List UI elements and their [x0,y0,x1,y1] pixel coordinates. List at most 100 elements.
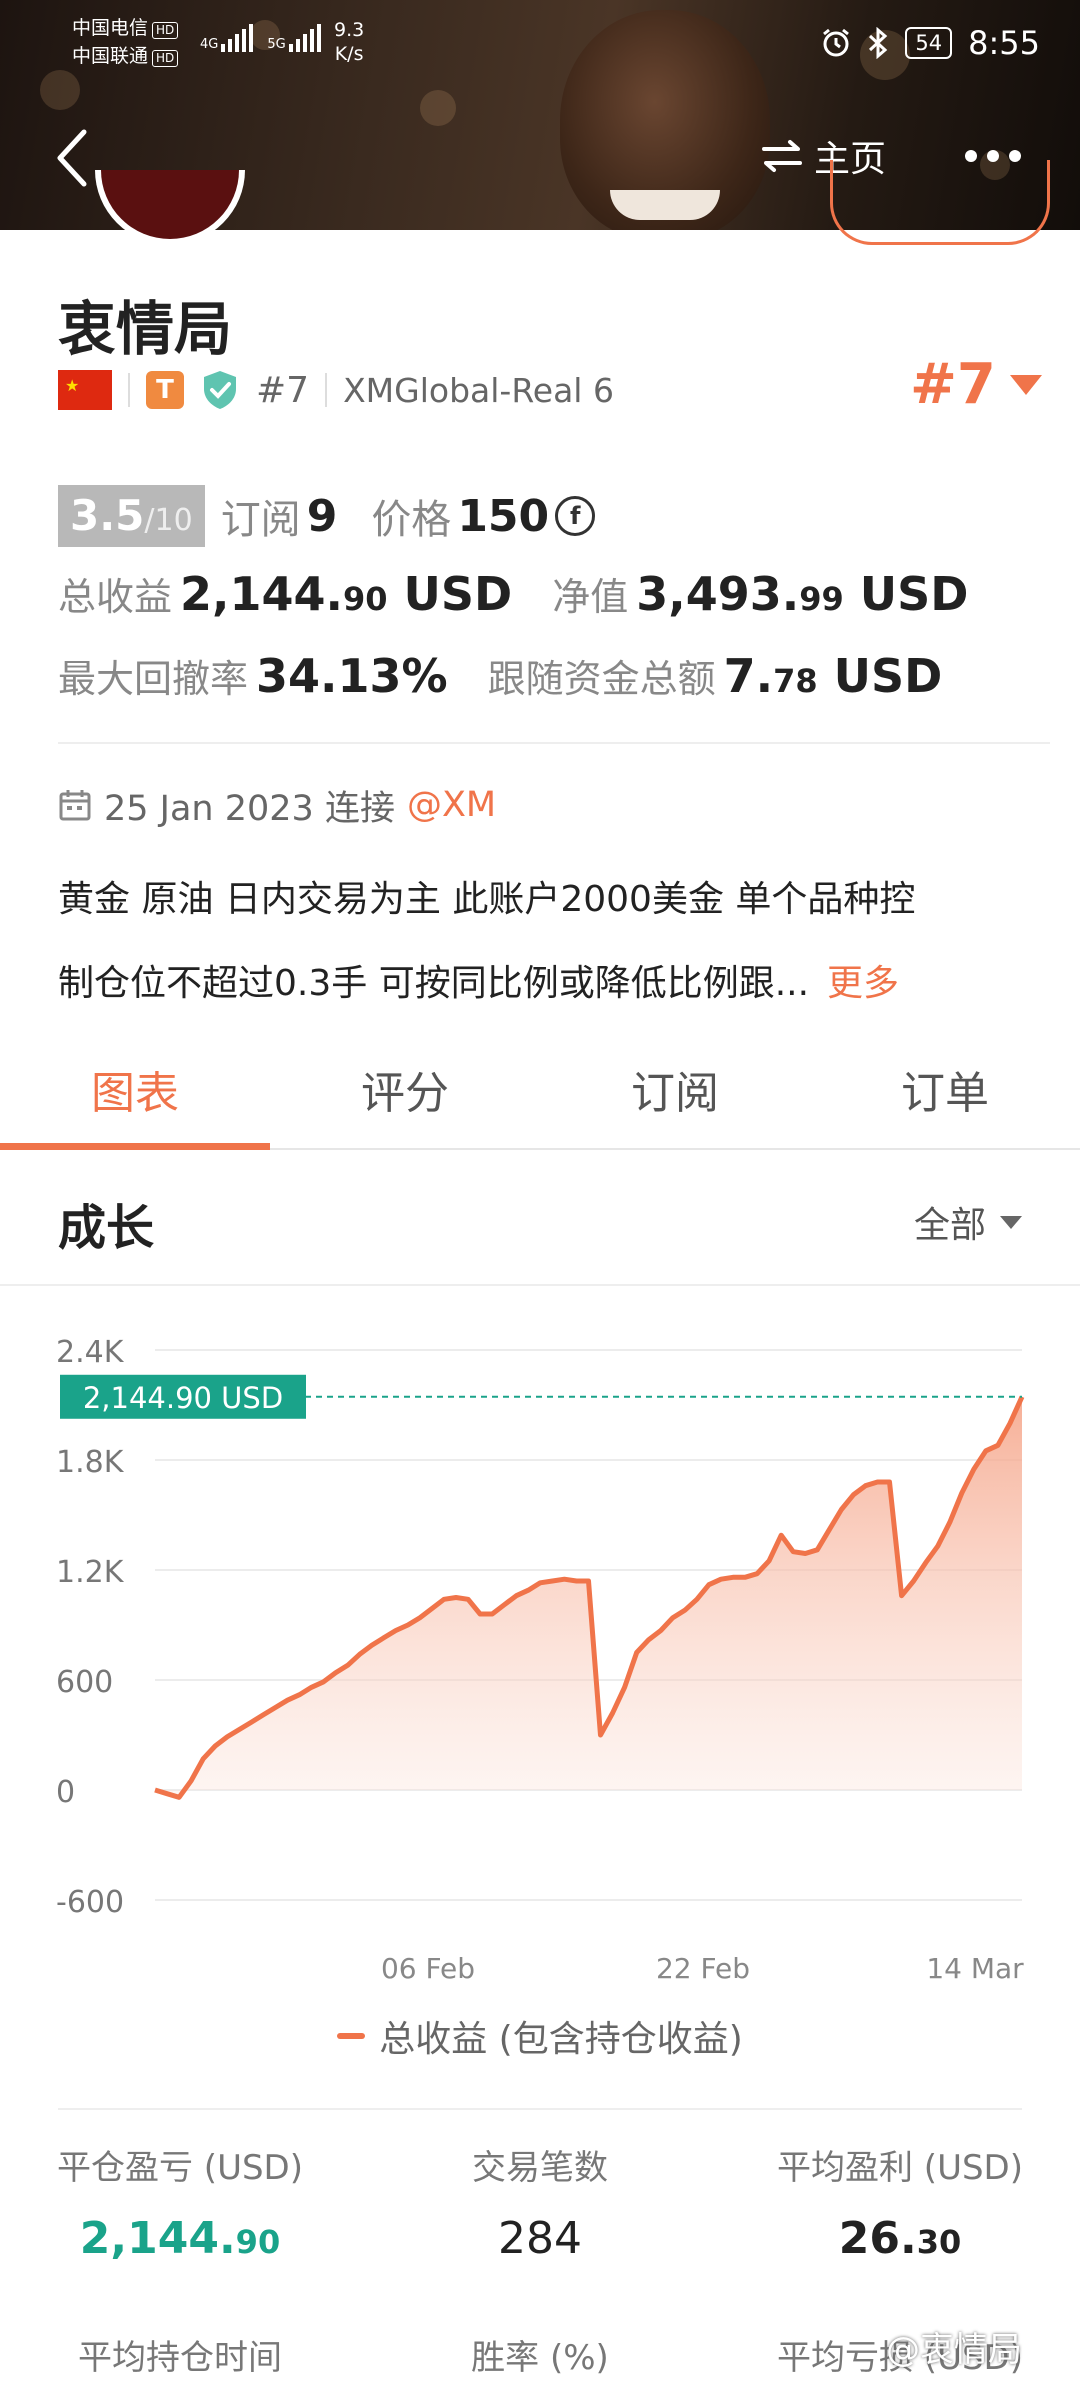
avg-profit-int: 26. [838,2213,917,2264]
rank-selector[interactable]: #7 [910,352,1042,417]
broker-link[interactable]: @XM [407,785,496,825]
carrier-info: 中国电信 HD 中国联通 HD [72,14,179,70]
tab-chart[interactable]: 图表 [0,1030,270,1150]
total-profit-dec: 90 [343,580,388,618]
speed-unit: K/s [334,43,364,65]
speed-value: 9.3 [334,19,365,41]
trades-stat: 交易笔数 284 [360,2140,720,2264]
follow-funds-value: 7.78 USD [724,649,943,703]
legend-label: 总收益 (包含持仓收益) [379,2019,743,2060]
total-profit-value: 2,144.90 USD [180,567,512,621]
profit-equity-row: 总收益 2,144.90 USD 净值 3,493.99 USD [58,566,968,630]
separator [325,373,328,407]
rank-value: #7 [910,352,996,417]
switch-icon [762,140,802,172]
separator [128,373,130,407]
drawdown-follow-row: 最大回撤率 34.13% 跟随资金总额 7.78 USD [58,648,942,712]
signal-icons: 4G 5G [200,24,321,52]
calendar-icon [59,790,91,821]
y-tick-label: 1.2K [56,1555,125,1590]
x-tick-label: 06 Feb [381,1952,475,1980]
total-profit-unit: USD [403,567,513,621]
follow-funds-label: 跟随资金总额 [487,657,716,701]
price-value: 150 [457,490,550,542]
verified-shield-icon [204,371,236,409]
equity-dec: 99 [799,580,844,618]
avg-profit-label: 平均盈利 (USD) [777,2148,1023,2188]
hold-time-stat: 平均持仓时间 [0,2330,360,2379]
avatar[interactable] [95,170,245,245]
network-type-1: 4G [200,37,219,52]
divider [58,2108,1022,2110]
strategy-description: 黄金 原油 日内交易为主 此账户2000美金 单个品种控 制仓位不超过0.3手 … [58,858,1038,1026]
more-link[interactable]: 更多 [827,963,899,1004]
range-value: 全部 [913,1205,986,1246]
closed-pnl-stat: 平仓盈亏 (USD) 2,144.90 [0,2140,360,2264]
caret-down-icon [1000,1215,1022,1229]
tab-bar: 图表 评分 订阅 订单 [0,1030,1080,1150]
y-tick-label: 2.4K [56,1335,125,1370]
avg-profit-stat: 平均盈利 (USD) 26.30 [720,2140,1080,2264]
price-label: 价格 [371,497,452,543]
closed-pnl-int: 2,144. [79,2213,236,2264]
tab-orders[interactable]: 订单 [810,1030,1080,1148]
win-rate-label: 胜率 (%) [471,2338,609,2378]
coin-icon: f [555,496,596,536]
bluetooth-icon [869,27,888,59]
score-max: /10 [144,503,193,538]
description-line-1: 黄金 原油 日内交易为主 此账户2000美金 单个品种控 [58,879,916,920]
y-tick-label: 600 [56,1665,113,1700]
subscribe-value: 9 [306,490,338,542]
network-type-2: 5G [267,37,286,52]
connection-date: 25 Jan 2023 连接 [104,788,395,829]
tier-badge: T [146,371,184,409]
drawdown-value: 34.13% [256,649,448,703]
trader-meta: ★ T #7 XMGlobal-Real 6 [58,366,614,414]
y-tick-label: -600 [56,1885,124,1920]
subscribe-label: 订阅 [220,497,301,543]
equity-value: 3,493.99 USD [636,567,968,621]
growth-chart[interactable]: 2.4K 1.8K 1.2K 600 0 -600 06 Feb 22 Feb 14 Mar 2… [0,1300,1080,1980]
equity-label: 净值 [552,575,629,619]
trader-name: 衷情局 [58,295,233,363]
range-dropdown[interactable]: 全部 [914,1196,1022,1248]
closed-pnl-dec: 90 [235,2223,281,2261]
rank-badge: #7 [256,369,310,411]
carrier-1: 中国电信 [72,17,149,39]
watermark: @衷情局 [886,2330,1022,2370]
follow-dec: 78 [773,662,818,700]
equity-unit: USD [859,567,969,621]
carrier-2: 中国联通 [72,45,149,67]
signal-icon [221,24,254,52]
follow-unit: USD [833,649,943,703]
hd-badge: HD [152,22,179,39]
closed-pnl-label: 平仓盈亏 (USD) [57,2148,303,2188]
growth-title: 成长 [58,1200,155,1256]
trades-value: 284 [498,2213,582,2264]
follow-button[interactable] [830,160,1050,245]
win-rate-stat: 胜率 (%) [360,2330,720,2379]
description-line-2: 制仓位不超过0.3手 可按同比例或降低比例跟... [58,963,810,1004]
alarm-icon [823,28,850,57]
growth-header: 成长 全部 [0,1152,1080,1286]
battery-icon: 54 [905,27,953,59]
current-value-label: 2,144.90 USD [83,1381,283,1415]
server-name: XMGlobal-Real 6 [343,370,614,410]
hold-time-label: 平均持仓时间 [78,2338,282,2378]
equity-int: 3,493. [636,567,800,621]
score-value: 3.5 [70,491,145,540]
y-tick-label: 1.8K [56,1445,125,1480]
rating-row: 3.5/10 订阅 9 价格 150 f [58,484,596,548]
tab-subscribe[interactable]: 订阅 [540,1030,810,1148]
total-profit-int: 2,144. [180,567,343,621]
hd-badge: HD [152,50,179,67]
drawdown-label: 最大回撤率 [58,657,249,701]
x-tick-label: 14 Mar [926,1952,1024,1980]
avg-profit-value: 26.30 [720,2213,1080,2264]
trades-label: 交易笔数 [472,2148,608,2188]
tab-rating[interactable]: 评分 [270,1030,540,1148]
follow-int: 7. [723,649,774,703]
chart-legend: 总收益 (包含持仓收益) [0,2010,1080,2062]
score-badge: 3.5/10 [58,485,205,547]
divider [58,742,1050,744]
